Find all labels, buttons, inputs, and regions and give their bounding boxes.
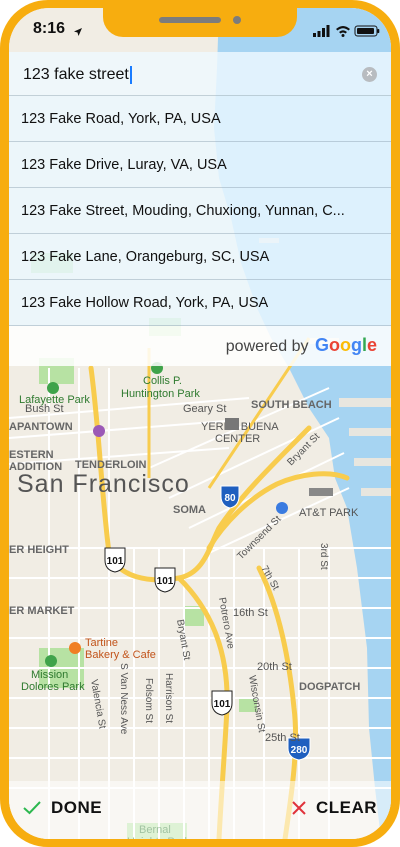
search-bar: 123 fake street × <box>9 52 391 96</box>
screen: 101 101 101 80 280 Lafayette Park Collis… <box>9 8 391 839</box>
svg-text:3rd St: 3rd St <box>318 543 329 570</box>
status-bar: 8:16 <box>9 8 391 52</box>
status-icons <box>313 24 381 42</box>
svg-text:DOGPATCH: DOGPATCH <box>299 681 360 693</box>
svg-text:101: 101 <box>157 576 174 587</box>
svg-text:SOMA: SOMA <box>173 504 206 516</box>
svg-text:Harrison St: Harrison St <box>163 673 174 723</box>
svg-text:ER MARKET: ER MARKET <box>9 605 75 617</box>
svg-text:AT&T PARK: AT&T PARK <box>299 507 359 519</box>
svg-text:25th St: 25th St <box>265 732 300 744</box>
status-time: 8:16 <box>33 20 66 37</box>
device-frame: 101 101 101 80 280 Lafayette Park Collis… <box>0 0 400 847</box>
svg-text:YERBA BUENA: YERBA BUENA <box>201 421 279 433</box>
svg-text:80: 80 <box>224 493 236 504</box>
front-camera <box>233 16 241 24</box>
svg-text:Huntington Park: Huntington Park <box>121 388 200 400</box>
svg-text:SOUTH BEACH: SOUTH BEACH <box>251 399 332 411</box>
svg-text:ESTERN: ESTERN <box>9 449 54 461</box>
svg-text:APANTOWN: APANTOWN <box>9 421 73 433</box>
svg-text:Bush St: Bush St <box>25 403 64 415</box>
powered-by-label: powered by <box>225 338 309 355</box>
done-label: DONE <box>51 798 103 817</box>
svg-text:16th St: 16th St <box>233 607 268 619</box>
checkmark-icon <box>23 801 41 815</box>
svg-text:20th St: 20th St <box>257 661 292 673</box>
svg-text:Dolores Park: Dolores Park <box>21 681 85 693</box>
powered-by-google: powered by Google <box>226 335 377 356</box>
svg-text:San Francisco: San Francisco <box>17 470 190 498</box>
wifi-icon <box>336 26 350 37</box>
svg-text:280: 280 <box>291 745 308 756</box>
clear-label: CLEAR <box>315 798 377 817</box>
search-input-value: 123 fake street <box>23 66 129 83</box>
svg-text:Folsom St: Folsom St <box>143 678 154 723</box>
svg-text:Collis P.: Collis P. <box>143 375 182 387</box>
speaker-grille <box>159 17 221 23</box>
clear-search-icon[interactable]: × <box>362 67 377 82</box>
svg-text:Tartine: Tartine <box>85 637 118 649</box>
svg-text:S Van Ness Ave: S Van Ness Ave <box>118 663 129 735</box>
autocomplete-results: 123 Fake Road, York, PA, USA 123 Fake Dr… <box>9 96 391 366</box>
location-arrow-icon <box>73 24 83 42</box>
battery-icon <box>354 25 380 37</box>
svg-text:Bakery & Cafe: Bakery & Cafe <box>85 649 156 661</box>
svg-text:101: 101 <box>214 699 231 710</box>
bottom-toolbar: DONE CLEAR <box>9 781 391 839</box>
svg-text:Geary St: Geary St <box>183 403 226 415</box>
x-icon <box>292 801 306 815</box>
svg-text:101: 101 <box>107 556 124 567</box>
clear-button[interactable]: CLEAR <box>292 793 377 823</box>
result-item[interactable]: 123 Fake Street, Mouding, Chuxiong, Yunn… <box>9 188 391 234</box>
text-caret <box>129 65 132 84</box>
result-item[interactable]: 123 Fake Lane, Orangeburg, SC, USA <box>9 234 391 280</box>
result-item[interactable]: 123 Fake Hollow Road, York, PA, USA <box>9 280 391 326</box>
result-item[interactable]: 123 Fake Drive, Luray, VA, USA <box>9 142 391 188</box>
svg-text:Mission: Mission <box>31 669 68 681</box>
svg-text:CENTER: CENTER <box>215 433 260 445</box>
google-logo: Google <box>314 335 377 355</box>
device-notch <box>103 8 297 37</box>
search-input[interactable]: 123 fake street <box>23 62 343 88</box>
signal-icon <box>313 25 330 37</box>
result-item[interactable]: 123 Fake Road, York, PA, USA <box>9 96 391 142</box>
svg-text:ER HEIGHT: ER HEIGHT <box>9 544 69 556</box>
done-button[interactable]: DONE <box>23 793 102 823</box>
attribution-row: powered by Google <box>9 326 391 366</box>
